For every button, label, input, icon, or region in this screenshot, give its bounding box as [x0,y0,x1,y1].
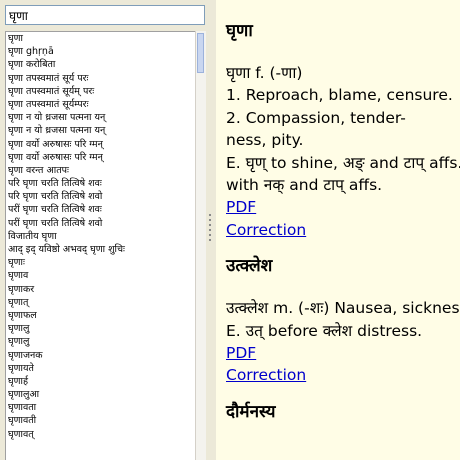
entry-headword: घृणा [226,21,253,41]
result-item[interactable]: घृणा न यो ध्रजसा पत्मना यन् [8,111,195,124]
result-item[interactable]: घृणायते [8,362,195,375]
result-item[interactable]: घृणा वर्यो अरुषासः परि ग्मन् [8,151,195,164]
result-item[interactable]: घृणाजनक [8,349,195,362]
correction-link[interactable]: Correction [226,219,306,241]
pdf-link[interactable]: PDF [226,196,256,218]
entry-line: with नक् and टाप् affs. [226,176,383,195]
result-item[interactable]: घृणा न यो ध्रजसा पत्मना यन् [8,124,195,137]
result-item[interactable]: घृणाकर [8,283,195,296]
splitter-grip-dot [209,229,211,231]
result-item[interactable]: घृणाफल [8,309,195,322]
splitter-grip-dot [209,234,211,236]
result-item[interactable]: परि घृणा चरति तित्विषे शवः [8,177,195,190]
result-item[interactable]: घृणावती [8,414,195,427]
result-item[interactable]: विजातीय घृणा [8,230,195,243]
scroll-thumb[interactable] [197,33,204,73]
pane-splitter[interactable] [206,0,216,460]
entry-line: घृणा f. (-णा) [226,64,303,82]
result-item[interactable]: घृणा वर्यो अरुषासः परि ग्मन् [8,138,195,151]
entry-line: E. घृण् to shine, अङ् and टाप् affs. [226,153,460,172]
entry: उत्क्लेश उत्क्लेश m. (-शः) Nausea, sickn… [226,255,460,387]
result-item[interactable]: परीं घृणा चरति तित्विषे शवो [8,217,195,230]
entry: दौर्मनस्य [226,401,460,423]
left-pane: घृणाघृणा ghṛṇāघृणा करोबिताघृणा तपस्वमातं… [0,0,212,460]
entry-line: 2. Compassion, tender- [226,108,406,127]
result-item[interactable]: घृणा तपस्वमातं सूर्यम् परः [8,85,195,98]
entry: घृणा घृणा f. (-णा) 1. Reproach, blame, c… [226,20,460,241]
article-content: घृणा घृणा f. (-णा) 1. Reproach, blame, c… [216,0,460,423]
entry-line: 1. Reproach, blame, censure. [226,86,453,105]
result-item[interactable]: परि घृणा चरति तित्विषे शवो [8,190,195,203]
result-item[interactable]: घृणालु [8,322,195,335]
entry-line: ness, pity. [226,131,304,150]
result-item[interactable]: परीं घृणा चरति तित्विषे शवः [8,203,195,216]
result-item[interactable]: आद् इद् यविष्ठो अभवद् घृणा शुचिः [8,243,195,256]
search-input[interactable] [5,5,205,25]
result-item[interactable]: घृणालुआ [8,388,195,401]
splitter-grip-dot [209,219,211,221]
splitter-grip-dot [209,214,211,216]
result-item[interactable]: घृणावता [8,401,195,414]
result-item[interactable]: घृणाव [8,269,195,282]
results-list[interactable]: घृणा घृणा ghṛṇā घृणा करोबिता घृणा तपस्वमातं… [5,31,195,460]
result-item[interactable]: घृणाः [8,256,195,269]
results-scrollbar[interactable] [195,31,206,460]
result-item[interactable]: घृणा [8,32,195,46]
result-item[interactable]: घृणावत् [8,428,195,441]
entry-line: उत्क्लेश m. (-शः) Nausea, sickness. [226,299,460,318]
result-item[interactable]: घृणात् [8,296,195,309]
splitter-grip-dot [209,224,211,226]
result-item[interactable]: घृणा ghṛṇā [8,45,195,58]
result-item[interactable]: घृणार्ह [8,375,195,388]
article-pane: घृणा घृणा f. (-णा) 1. Reproach, blame, c… [216,0,460,460]
results-ul: घृणा घृणा ghṛṇā घृणा करोबिता घृणा तपस्वमातं… [6,32,195,441]
result-item[interactable]: घृणा करोबिता [8,58,195,71]
entry-headword: दौर्मनस्य [226,401,276,422]
result-item[interactable]: घृणा तपस्वमातं सूर्यम्परः [8,98,195,111]
correction-link[interactable]: Correction [226,364,306,386]
pdf-link[interactable]: PDF [226,342,256,364]
result-item[interactable]: घृणालु [8,335,195,348]
result-item[interactable]: घृणा वरन्त आतपः [8,164,195,177]
entry-line: E. उत् before क्लेश distress. [226,321,423,340]
result-item[interactable]: घृणा तपस्वमातं सूर्य परः [8,72,195,85]
entry-headword: उत्क्लेश [226,256,273,277]
splitter-grip-dot [209,239,211,241]
